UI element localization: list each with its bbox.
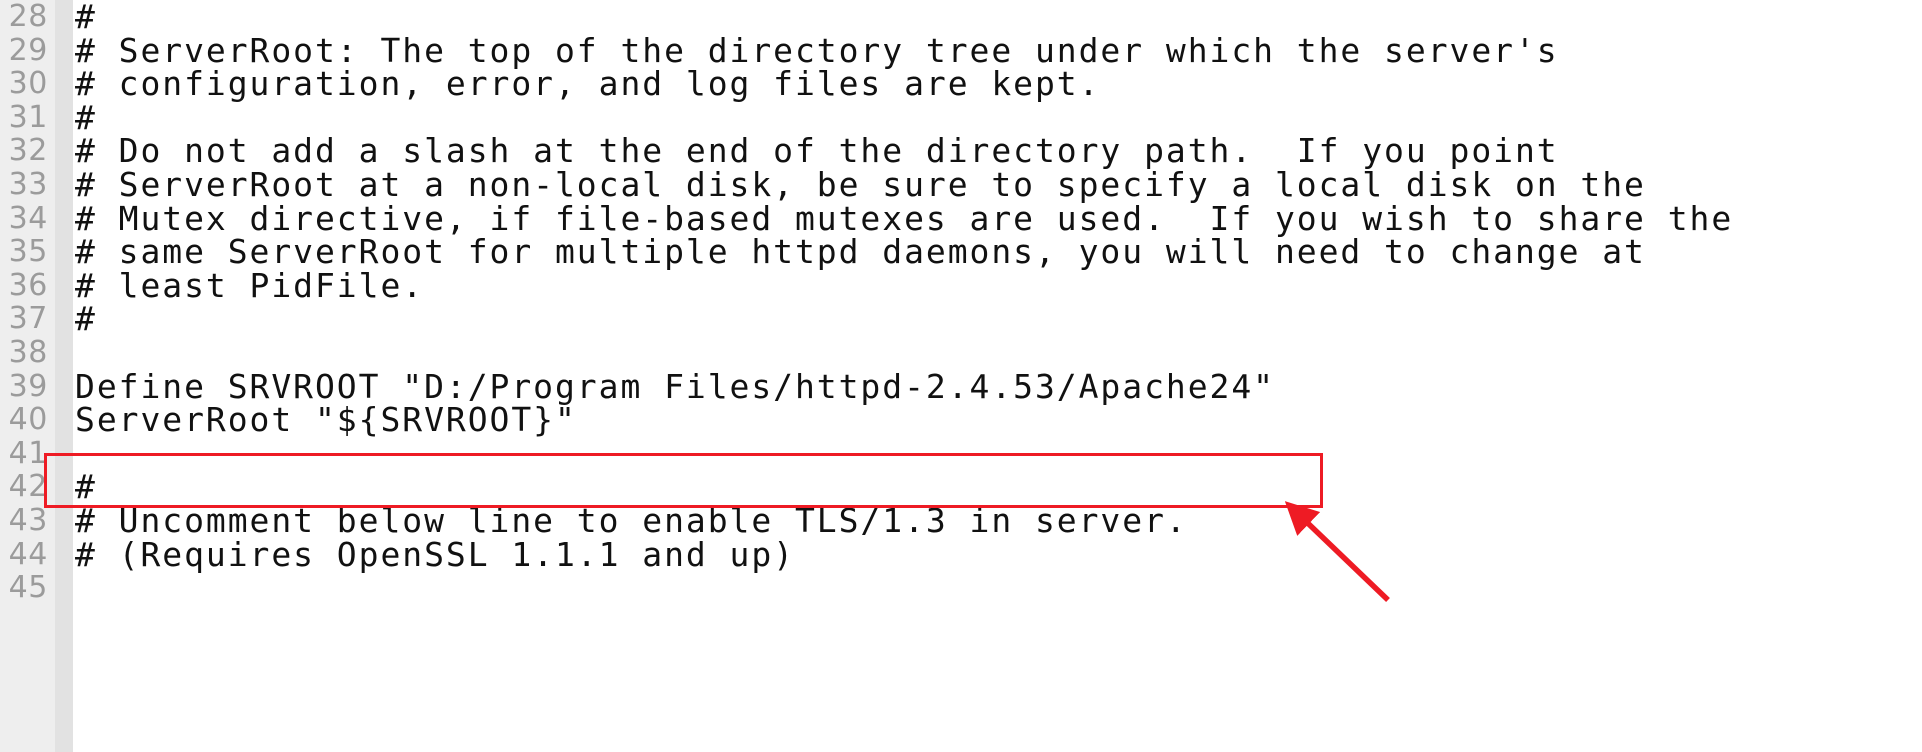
code-line-row[interactable]: 37 # [0, 302, 1922, 336]
code-line-row[interactable]: 28 # [0, 0, 1922, 34]
code-line-row[interactable]: 36 # least PidFile. [0, 269, 1922, 303]
code-line-row[interactable]: 40 ServerRoot "${SRVROOT}" [0, 403, 1922, 437]
code-line-row[interactable]: 30 # configuration, error, and log files… [0, 67, 1922, 101]
code-line-row[interactable]: 34 # Mutex directive, if file-based mute… [0, 200, 1922, 236]
line-number: 39 [8, 368, 48, 404]
line-number: 35 [8, 234, 48, 270]
code-line-row[interactable]: 29 # ServerRoot: The top of the director… [0, 32, 1922, 68]
line-content[interactable]: # [75, 101, 97, 135]
line-number: 38 [8, 334, 48, 370]
line-content[interactable]: # ServerRoot at a non-local disk, be sur… [75, 168, 1646, 202]
line-content[interactable]: # Mutex directive, if file-based mutexes… [75, 201, 1733, 236]
line-number: 42 [8, 469, 48, 505]
line-number: 37 [8, 301, 48, 337]
line-number: 33 [8, 166, 48, 202]
code-line-row[interactable]: 33 # ServerRoot at a non-local disk, be … [0, 168, 1922, 202]
line-number: 44 [8, 536, 48, 572]
code-line-row[interactable]: 38 [0, 336, 1922, 370]
code-line-row[interactable]: 41 [0, 437, 1922, 471]
code-line-row[interactable]: 43 # Uncomment below line to enable TLS/… [0, 504, 1922, 538]
line-content-define-srvroot[interactable]: Define SRVROOT "D:/Program Files/httpd-2… [75, 369, 1275, 404]
line-content[interactable]: # [75, 0, 97, 34]
line-number: 32 [8, 133, 48, 169]
line-number: 30 [8, 66, 48, 102]
code-line-row[interactable]: 35 # same ServerRoot for multiple httpd … [0, 235, 1922, 269]
line-content[interactable]: # same ServerRoot for multiple httpd dae… [75, 235, 1646, 269]
line-content[interactable]: # ServerRoot: The top of the directory t… [75, 33, 1559, 68]
line-content[interactable]: # [75, 470, 97, 504]
code-line-row[interactable]: 45 [0, 571, 1922, 605]
code-editor-view: 28 # 29 # ServerRoot: The top of the dir… [0, 0, 1922, 752]
line-content-serverroot[interactable]: ServerRoot "${SRVROOT}" [75, 403, 577, 437]
line-number: 41 [8, 435, 48, 471]
line-number: 36 [8, 267, 48, 303]
line-number: 28 [8, 0, 48, 34]
line-number: 31 [8, 99, 48, 135]
line-number: 34 [8, 200, 48, 236]
line-content[interactable]: # least PidFile. [75, 269, 424, 303]
code-line-row[interactable]: 32 # Do not add a slash at the end of th… [0, 134, 1922, 168]
line-number: 29 [8, 32, 48, 68]
code-line-row[interactable]: 44 # (Requires OpenSSL 1.1.1 and up) [0, 536, 1922, 572]
code-line-row-highlighted[interactable]: 39 Define SRVROOT "D:/Program Files/http… [0, 368, 1922, 404]
line-content[interactable]: # Do not add a slash at the end of the d… [75, 134, 1559, 168]
line-content[interactable]: # Uncomment below line to enable TLS/1.3… [75, 504, 1188, 538]
line-number: 45 [8, 570, 48, 606]
code-line-row[interactable]: 31 # [0, 101, 1922, 135]
line-number: 40 [8, 402, 48, 438]
line-content[interactable]: # (Requires OpenSSL 1.1.1 and up) [75, 537, 795, 572]
line-content[interactable]: # [75, 302, 97, 336]
line-number: 43 [8, 502, 48, 538]
line-content[interactable]: # configuration, error, and log files ar… [75, 67, 1100, 101]
code-line-row[interactable]: 42 # [0, 470, 1922, 504]
code-lines-container: 28 # 29 # ServerRoot: The top of the dir… [0, 0, 1922, 752]
